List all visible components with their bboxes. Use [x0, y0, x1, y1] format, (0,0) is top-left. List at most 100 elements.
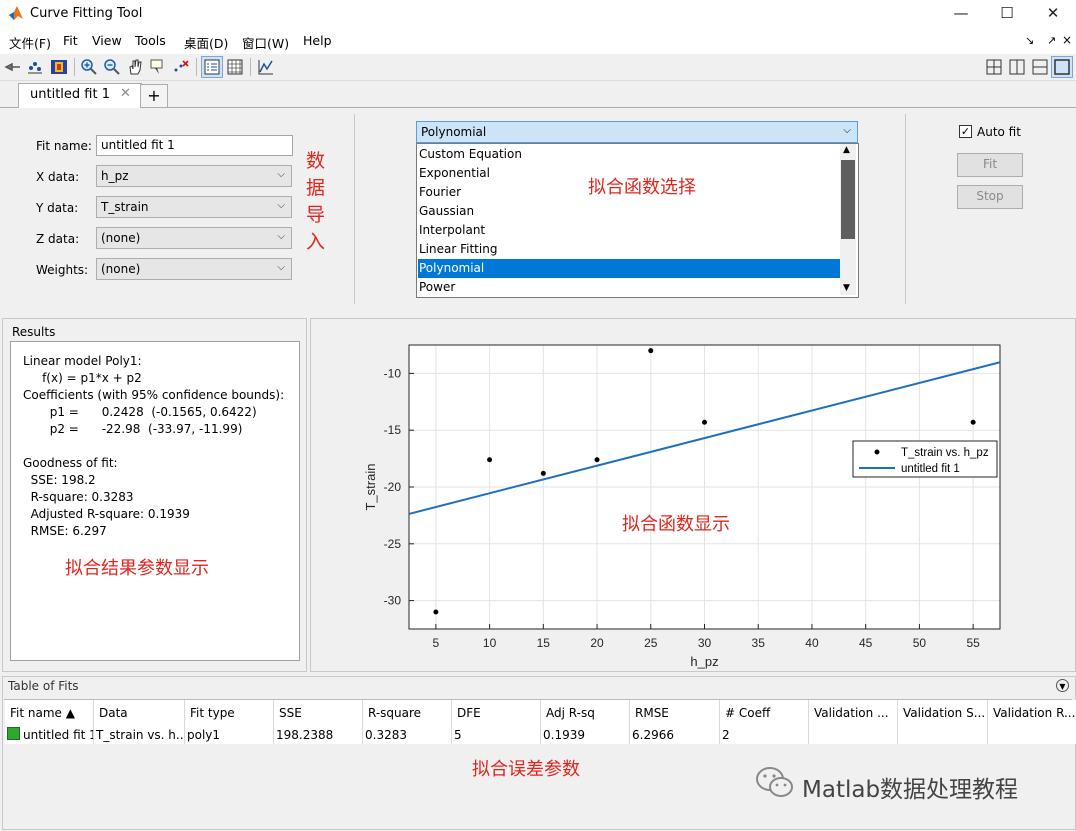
menu-fit[interactable]: Fit [63, 33, 78, 48]
x-tick-label: 35 [752, 636, 766, 650]
tab-close-icon[interactable]: ✕ [120, 86, 131, 101]
y-data-select[interactable]: T_strain ⌵ [96, 196, 292, 218]
menu-desktop[interactable]: 桌面(D) [184, 33, 228, 52]
data-tips-icon[interactable] [149, 58, 167, 76]
fit-button[interactable]: Fit [957, 153, 1023, 177]
data-point [970, 419, 976, 425]
list-item[interactable]: Gaussian [418, 202, 841, 221]
table-header-cell[interactable]: Fit type [185, 700, 274, 726]
table-header-cell[interactable]: Data [94, 700, 185, 726]
weights-select[interactable]: (none) ⌵ [96, 258, 292, 280]
annotation-char: 数 [306, 150, 326, 172]
dock-arrow-icon[interactable]: ↘ [1025, 34, 1034, 47]
list-item[interactable]: Interpolant [418, 221, 841, 240]
table-header-cell[interactable]: R-square [363, 700, 452, 726]
table-header-cell[interactable]: # Coeff [720, 700, 809, 726]
fit-function-select-annotation: 拟合函数选择 [588, 177, 696, 198]
layout-grid-icon[interactable] [985, 58, 1003, 76]
fit-status-icon [7, 727, 20, 740]
plot-fit-icon[interactable] [257, 58, 275, 76]
table-header-cell[interactable]: Validation ... [809, 700, 898, 726]
maximize-button[interactable]: ☐ [984, 0, 1030, 28]
exclude-outliers-icon[interactable] [172, 58, 190, 76]
chevron-down-icon: ⌵ [277, 200, 285, 211]
x-tick-label: 55 [966, 636, 980, 650]
weights-value: (none) [101, 262, 141, 276]
table-cell[interactable]: 5 [452, 726, 541, 744]
menu-view[interactable]: View [92, 33, 122, 48]
y-tick-label: -20 [384, 480, 402, 494]
y-tick-label: -30 [384, 594, 402, 608]
table-cell[interactable]: untitled fit 1 [5, 726, 94, 744]
table-title: Table of Fits [8, 679, 79, 693]
menu-help[interactable]: Help [303, 33, 332, 48]
table-header-cell[interactable]: DFE [452, 700, 541, 726]
x-tick-label: 10 [483, 636, 497, 650]
table-cell[interactable] [809, 726, 898, 744]
menu-tools[interactable]: Tools [135, 33, 166, 48]
table-cell[interactable]: T_strain vs. h... [94, 726, 185, 744]
legend-point-marker [874, 449, 880, 455]
table-cell[interactable] [898, 726, 988, 744]
pan-hand-icon[interactable] [126, 58, 144, 76]
data-points-icon[interactable] [26, 58, 44, 76]
chevron-down-icon: ⌵ [277, 169, 285, 180]
grid-icon[interactable] [226, 58, 244, 76]
scrollbar-thumb[interactable] [841, 160, 855, 239]
table-cell[interactable]: 0.1939 [541, 726, 630, 744]
legend-icon[interactable] [203, 58, 221, 76]
fit-error-annotation: 拟合误差参数 [472, 759, 580, 780]
chevron-down-icon: ⌵ [843, 125, 851, 136]
stop-button[interactable]: Stop [957, 185, 1023, 209]
table-cell[interactable]: 6.2966 [630, 726, 720, 744]
minimize-button[interactable]: — [938, 0, 984, 28]
zoom-out-icon[interactable] [103, 58, 121, 76]
scroll-down-icon[interactable]: ▼ [843, 283, 850, 293]
table-cell[interactable] [988, 726, 1076, 744]
table-cell[interactable]: 2 [720, 726, 809, 744]
z-data-select[interactable]: (none) ⌵ [96, 227, 292, 249]
collapse-panel-icon[interactable]: ▼ [1056, 679, 1069, 692]
layout-columns-icon[interactable] [1008, 58, 1026, 76]
table-cell[interactable]: 0.3283 [363, 726, 452, 744]
list-item-selected[interactable]: Polynomial [418, 259, 841, 278]
undock-arrow-icon[interactable]: ↗ [1047, 34, 1056, 47]
result-line: f(x) = p1*x + p2 [23, 371, 142, 385]
data-cursor-icon[interactable] [4, 58, 22, 76]
list-item[interactable]: Custom Equation [418, 145, 841, 164]
fit-name-input[interactable]: untitled fit 1 [96, 135, 293, 156]
table-header-cell[interactable]: Adj R-sq [541, 700, 630, 726]
fit-type-value: Polynomial [421, 125, 487, 139]
table-cell[interactable]: 198.2388 [274, 726, 363, 744]
y-tick-label: -25 [384, 537, 402, 551]
table-header-cell[interactable]: RMSE [630, 700, 720, 726]
colormap-icon[interactable] [50, 58, 68, 76]
layout-single-icon[interactable] [1053, 58, 1071, 76]
result-line: RMSE: 6.297 [23, 524, 107, 538]
close-button[interactable]: ✕ [1030, 0, 1076, 28]
add-tab-button[interactable]: + [140, 84, 168, 108]
annotation-char: 入 [306, 231, 326, 253]
table-header-cell[interactable]: Fit name ▲ [5, 700, 94, 726]
fit-plot[interactable]: 5 10 15 20 25 30 35 40 45 50 55 -10 -15 -20 -25 -30 h_pz… [311, 319, 1073, 669]
menu-file[interactable]: 文件(F) [9, 33, 51, 52]
table-cell[interactable]: poly1 [185, 726, 274, 744]
table-header-cell[interactable]: SSE [274, 700, 363, 726]
chevron-down-icon: ⌵ [277, 262, 285, 273]
toolbar-separator [196, 58, 197, 76]
fit-type-list[interactable]: Custom Equation Exponential Fourier Gaus… [416, 143, 859, 298]
menu-close-icon[interactable]: × [1062, 33, 1072, 47]
watermark-text: Matlab数据处理教程 [802, 777, 1019, 803]
x-tick-label: 40 [805, 636, 819, 650]
list-item[interactable]: Linear Fitting [418, 240, 841, 259]
list-item[interactable]: Power [418, 278, 841, 297]
menu-window[interactable]: 窗口(W) [242, 33, 289, 52]
layout-rows-icon[interactable] [1031, 58, 1049, 76]
table-header-cell[interactable]: Validation R... [988, 700, 1076, 726]
table-header-cell[interactable]: Validation S... [898, 700, 988, 726]
zoom-in-icon[interactable] [80, 58, 98, 76]
fit-type-select[interactable]: Polynomial ⌵ [416, 121, 858, 143]
x-data-select[interactable]: h_pz ⌵ [96, 165, 292, 187]
scroll-up-icon[interactable]: ▲ [843, 145, 850, 155]
auto-fit-checkbox[interactable]: ✓ [959, 125, 972, 138]
